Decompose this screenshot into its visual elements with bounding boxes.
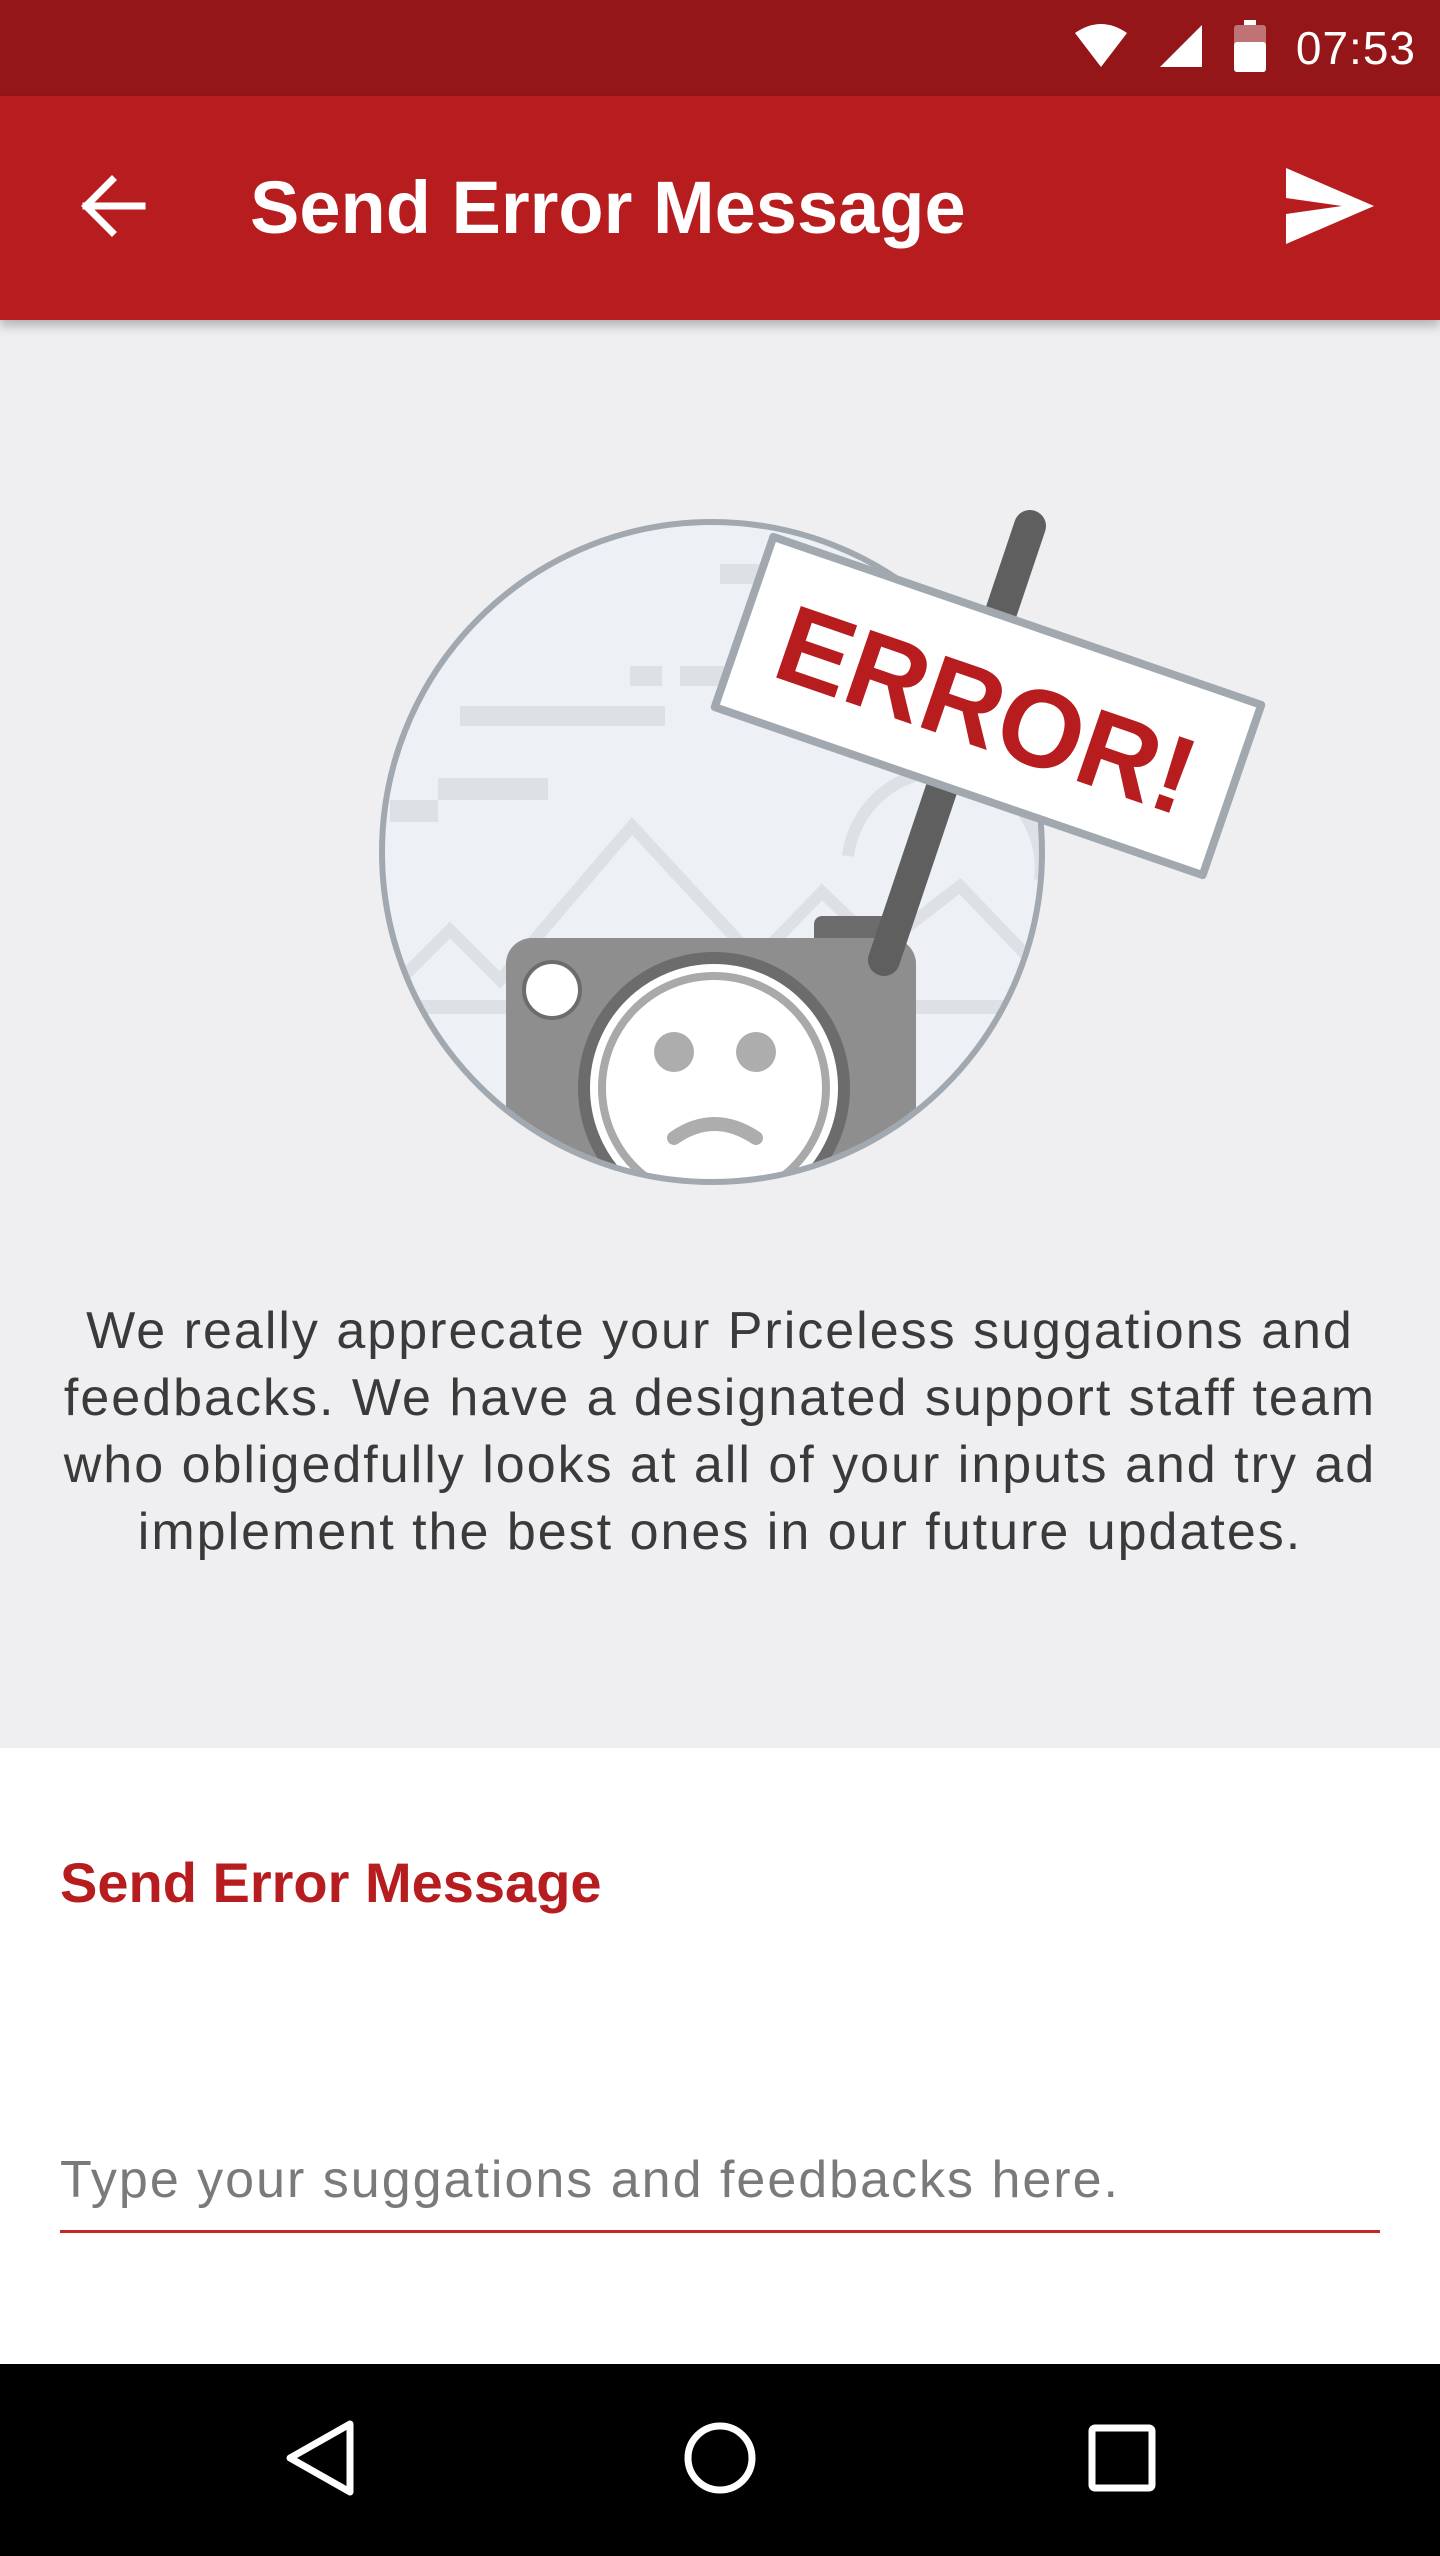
back-triangle-icon	[284, 2418, 356, 2503]
status-time: 07:53	[1295, 22, 1416, 74]
app-title: Send Error Message	[250, 166, 966, 249]
message-input[interactable]	[60, 2130, 1380, 2233]
error-illustration: ERROR!	[360, 460, 1280, 1200]
battery-icon	[1233, 19, 1266, 77]
form-label: Send Error Message	[60, 1851, 602, 1914]
navigation-bar	[0, 2364, 1440, 2556]
wifi-icon	[1074, 23, 1128, 73]
recents-square-icon	[1087, 2423, 1157, 2498]
send-icon	[1286, 167, 1374, 249]
nav-back-button[interactable]	[270, 2410, 370, 2510]
status-bar: 07:53	[0, 0, 1440, 96]
signal-icon	[1158, 23, 1204, 74]
description-text: We really apprecate your Priceless sugga…	[63, 1302, 1377, 1561]
app-bar: Send Error Message	[0, 96, 1440, 320]
status-icons: 07:53	[1074, 0, 1416, 96]
back-button[interactable]	[66, 162, 158, 254]
nav-home-button[interactable]	[670, 2410, 770, 2510]
home-circle-icon	[682, 2420, 758, 2501]
arrow-back-icon	[76, 170, 148, 247]
send-button[interactable]	[1280, 158, 1380, 258]
message-form: Send Error Message	[0, 1748, 1440, 2364]
nav-recents-button[interactable]	[1072, 2410, 1172, 2510]
